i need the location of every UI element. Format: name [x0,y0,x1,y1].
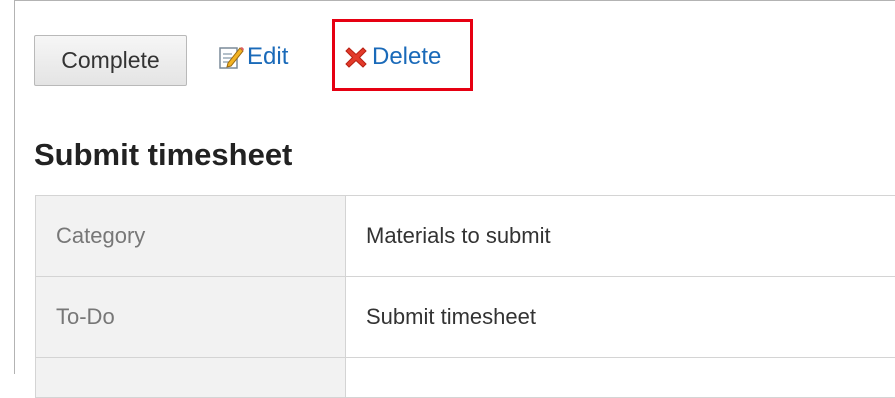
category-label: Category [36,196,346,277]
page-title: Submit timesheet [34,137,292,173]
todo-value: Submit timesheet [346,277,895,358]
table-row: Category Materials to submit [36,196,895,277]
category-value: Materials to submit [346,196,895,277]
edit-link[interactable]: Edit [218,37,288,77]
delete-icon [343,44,369,70]
action-toolbar: Complete Edit Delete [34,29,734,85]
table-row [36,358,895,398]
edit-icon [218,44,244,70]
table-cell [36,358,346,398]
todo-label: To-Do [36,277,346,358]
todo-detail-panel: Complete Edit Delete [14,0,895,374]
edit-label: Edit [247,43,288,71]
complete-button[interactable]: Complete [34,35,187,86]
todo-details-table: Category Materials to submit To-Do Submi… [35,195,895,398]
delete-label: Delete [372,43,441,71]
table-row: To-Do Submit timesheet [36,277,895,358]
delete-link[interactable]: Delete [343,37,441,77]
table-cell [346,358,895,398]
